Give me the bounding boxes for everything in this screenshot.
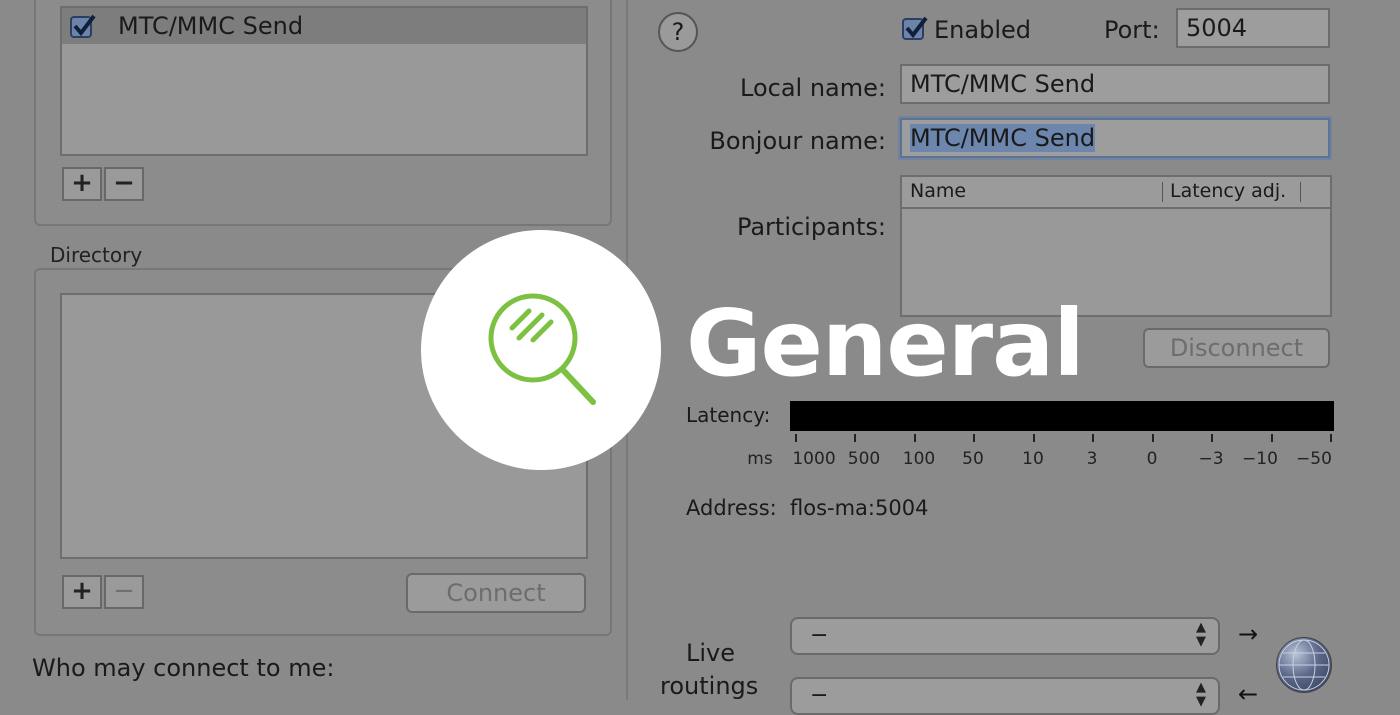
latency-tick-label: 1000 xyxy=(792,449,836,469)
latency-tick xyxy=(854,434,856,442)
bonjour-name-selection: MTC/MMC Send xyxy=(910,124,1096,152)
live-routing-out-popup[interactable]: − ▲ ▼ xyxy=(790,677,1220,715)
latency-tick-label: 3 xyxy=(1086,449,1098,469)
overlay-badge xyxy=(421,230,661,470)
latency-tick-label: −3 xyxy=(1198,449,1224,469)
port-label: Port: xyxy=(1104,16,1160,44)
bonjour-name-field[interactable]: MTC/MMC Send xyxy=(900,118,1330,158)
latency-tick xyxy=(1033,434,1035,442)
magnifier-icon xyxy=(488,293,596,405)
add-directory-button[interactable]: + xyxy=(62,575,102,609)
latency-tick xyxy=(1211,434,1213,442)
add-session-button[interactable]: + xyxy=(62,167,102,201)
sessions-list[interactable]: MTC/MMC Send xyxy=(60,6,588,156)
latency-tick xyxy=(914,434,916,442)
network-globe-icon[interactable] xyxy=(1276,637,1332,693)
latency-scale-axis xyxy=(795,440,1331,442)
session-enabled-checkbox[interactable] xyxy=(70,14,96,38)
latency-tick xyxy=(1092,434,1094,442)
latency-tick-label: 0 xyxy=(1146,449,1158,469)
who-may-connect-label: Who may connect to me: xyxy=(32,654,335,682)
updown-arrows-icon: ▲ ▼ xyxy=(1196,680,1206,709)
latency-tick xyxy=(973,434,975,442)
overlay-title: General xyxy=(686,290,1085,397)
arrow-right-icon: → xyxy=(1238,620,1259,648)
live-routings-label-line2: routings xyxy=(660,672,759,700)
arrow-left-icon: ← xyxy=(1238,680,1259,708)
latency-tick xyxy=(1271,434,1273,442)
remove-directory-button[interactable]: − xyxy=(104,575,144,609)
latency-tick-label: 500 xyxy=(847,449,881,469)
latency-tick-label: 50 xyxy=(962,449,984,469)
directory-label: Directory xyxy=(50,243,143,267)
column-divider xyxy=(1162,182,1163,202)
address-label: Address: xyxy=(686,496,777,520)
live-routings-label-line1: Live xyxy=(686,639,736,667)
latency-tick xyxy=(1152,434,1154,442)
local-name-field[interactable]: MTC/MMC Send xyxy=(900,64,1330,104)
latency-tick xyxy=(1330,434,1332,442)
live-routing-in-popup[interactable]: − ▲ ▼ xyxy=(790,617,1220,655)
participants-label: Participants: xyxy=(736,213,886,241)
live-routing-in-value: − xyxy=(810,623,829,648)
port-field[interactable]: 5004 xyxy=(1176,8,1330,48)
session-name: MTC/MMC Send xyxy=(118,12,304,40)
address-value: flos-ma:5004 xyxy=(790,496,929,520)
participants-header: Name Latency adj. xyxy=(902,177,1330,209)
connect-button[interactable]: Connect xyxy=(406,573,586,613)
latency-tick-label: −50 xyxy=(1296,449,1332,469)
column-name-header[interactable]: Name xyxy=(910,180,966,202)
latency-unit-label: ms xyxy=(747,449,773,469)
session-row[interactable]: MTC/MMC Send xyxy=(62,8,586,44)
latency-tick-label: −10 xyxy=(1242,449,1278,469)
column-divider xyxy=(1300,182,1301,202)
disconnect-button[interactable]: Disconnect xyxy=(1143,328,1330,368)
latency-tick-label: 10 xyxy=(1022,449,1044,469)
column-latency-header[interactable]: Latency adj. xyxy=(1170,180,1286,202)
latency-meter xyxy=(790,401,1334,431)
local-name-label: Local name: xyxy=(740,74,886,102)
help-icon: ? xyxy=(671,18,685,46)
latency-label: Latency: xyxy=(686,403,771,427)
enabled-label: Enabled xyxy=(934,16,1031,44)
latency-tick-label: 100 xyxy=(902,449,936,469)
bonjour-name-label: Bonjour name: xyxy=(709,127,886,155)
updown-arrows-icon: ▲ ▼ xyxy=(1196,620,1206,649)
help-button[interactable]: ? xyxy=(658,12,698,52)
enabled-checkbox[interactable] xyxy=(902,16,928,40)
remove-session-button[interactable]: − xyxy=(104,167,144,201)
latency-tick xyxy=(795,434,797,442)
live-routing-out-value: − xyxy=(810,683,829,708)
